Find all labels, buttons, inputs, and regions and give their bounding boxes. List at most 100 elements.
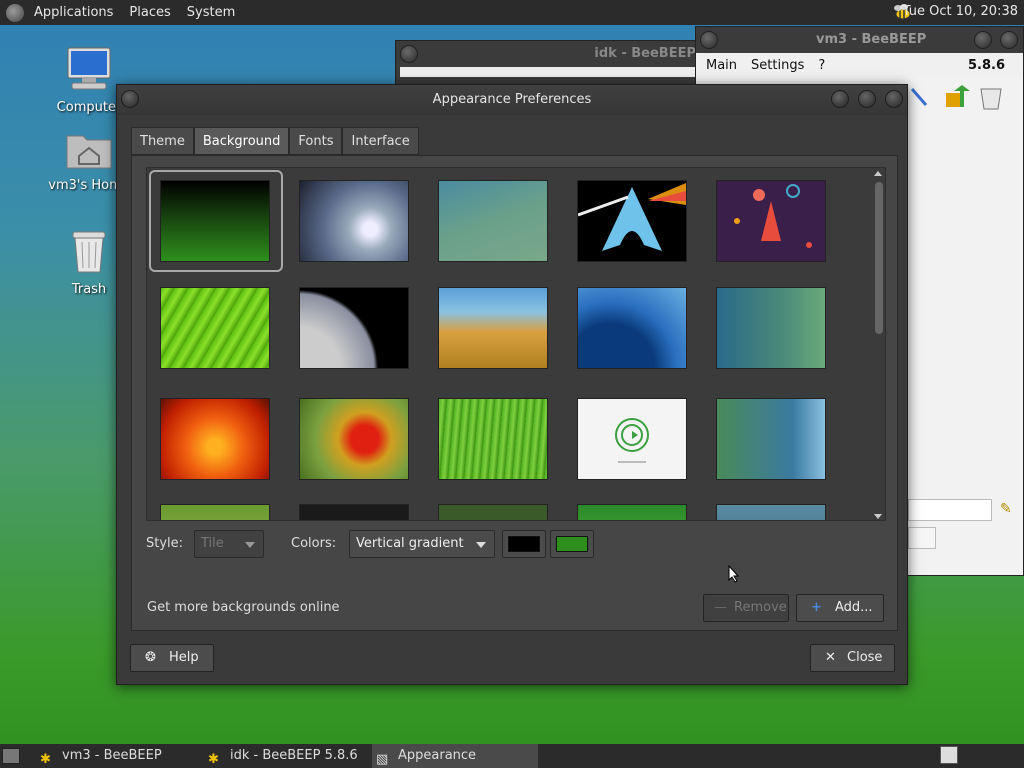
plus-icon: + <box>811 600 822 615</box>
applications-menu[interactable]: Applications <box>26 5 121 20</box>
toolbar <box>908 81 1018 115</box>
taskbar-item-vm3[interactable]: ✱ vm3 - BeeBEEP <box>36 744 202 768</box>
tab-theme[interactable]: Theme <box>131 127 194 155</box>
wallpaper-thumb[interactable] <box>160 287 270 369</box>
minimize-button[interactable] <box>831 90 849 108</box>
wallpaper-thumb[interactable] <box>577 180 687 262</box>
secondary-color-swatch <box>556 536 588 552</box>
wallpaper-thumb[interactable] <box>577 287 687 369</box>
wallpaper-thumb[interactable] <box>716 398 826 480</box>
version-label: 5.8.6 <box>967 57 1005 73</box>
menu-help[interactable]: ? <box>818 58 825 73</box>
dialog-titlebar[interactable]: Appearance Preferences <box>117 85 907 115</box>
remove-label: Remove <box>734 600 787 615</box>
wallpaper-thumb[interactable] <box>160 504 270 520</box>
wallpaper-thumb[interactable] <box>577 504 687 520</box>
close-window-button[interactable] <box>885 90 903 108</box>
wallpaper-thumb[interactable] <box>716 504 826 520</box>
minimize-button[interactable] <box>974 31 992 49</box>
chevron-down-icon <box>245 542 255 548</box>
maximize-button[interactable] <box>1000 31 1018 49</box>
computer-icon <box>67 47 111 90</box>
bee-icon: ✱ <box>40 752 51 767</box>
wallpaper-thumb[interactable] <box>160 398 270 480</box>
style-label: Style: <box>146 536 184 551</box>
wallpaper-thumb[interactable] <box>716 287 826 369</box>
taskbar-item-label: idk - BeeBEEP 5.8.6 <box>230 748 358 763</box>
taskbar-item-idk[interactable]: ✱ idk - BeeBEEP 5.8.6 <box>204 744 370 768</box>
minus-icon: — <box>714 600 727 615</box>
maximize-button[interactable] <box>858 90 876 108</box>
wallpaper-thumb[interactable] <box>160 180 270 262</box>
dialog-title: Appearance Preferences <box>432 92 592 107</box>
wallpaper-thumb[interactable] <box>438 504 548 520</box>
style-value: Tile <box>201 536 224 551</box>
colors-value: Vertical gradient <box>356 536 464 551</box>
wallpaper-thumb[interactable] <box>299 504 409 520</box>
clock[interactable]: Tue Oct 10, 20:38 <box>903 4 1018 19</box>
show-desktop-icon[interactable] <box>2 748 20 764</box>
wallpaper-thumb[interactable] <box>299 180 409 262</box>
status-button[interactable] <box>908 527 936 549</box>
wallpaper-thumb[interactable] <box>438 398 548 480</box>
appearance-preferences-dialog[interactable]: Appearance Preferences Theme Background … <box>116 84 908 685</box>
menu-main[interactable]: Main <box>706 58 737 73</box>
message-input[interactable] <box>908 499 992 521</box>
window-menu-button[interactable] <box>121 90 139 108</box>
wallpaper-scrollbar[interactable] <box>871 168 885 520</box>
mouse-cursor-icon <box>728 565 740 583</box>
home-folder-icon <box>66 135 112 169</box>
taskbar-item-label: vm3 - BeeBEEP <box>62 748 162 763</box>
window-title: idk - BeeBEEP <box>396 41 704 67</box>
get-more-backgrounds-link[interactable]: Get more backgrounds online <box>147 600 340 615</box>
trash-icon <box>72 231 106 273</box>
wallpaper-thumb[interactable] <box>299 287 409 369</box>
primary-color-button[interactable] <box>502 530 546 558</box>
wallpaper-thumb[interactable] <box>438 180 548 262</box>
chevron-down-icon <box>476 542 486 548</box>
window-menu-button[interactable] <box>700 31 718 49</box>
style-combo[interactable]: Tile <box>194 530 264 558</box>
remove-button[interactable]: — Remove <box>703 594 789 622</box>
tab-bar: Theme Background Fonts Interface <box>131 127 419 155</box>
scroll-up-icon[interactable] <box>874 171 882 176</box>
clear-icon[interactable] <box>978 83 1004 111</box>
tab-background[interactable]: Background <box>193 127 290 155</box>
scroll-down-icon[interactable] <box>874 514 882 519</box>
bee-icon: ✱ <box>208 752 219 767</box>
distro-logo-icon[interactable] <box>6 3 24 22</box>
top-panel: Applications Places System Tue Oct 10, 2… <box>0 0 1024 25</box>
help-icon: ❂ <box>145 650 156 665</box>
workspace-switcher-icon[interactable] <box>940 746 958 764</box>
add-button[interactable]: + Add... <box>796 594 884 622</box>
help-button[interactable]: ❂ Help <box>130 644 214 672</box>
wallpaper-thumb[interactable] <box>577 398 687 480</box>
window-menu-button[interactable] <box>400 45 418 63</box>
window-title: vm3 - BeeBEEP <box>816 32 927 47</box>
appearance-icon: ▧ <box>376 752 389 767</box>
places-menu[interactable]: Places <box>121 5 178 20</box>
close-label: Close <box>847 650 883 665</box>
wallpaper-grid[interactable] <box>146 167 886 521</box>
bottom-taskbar: ✱ vm3 - BeeBEEP ✱ idk - BeeBEEP 5.8.6 ▧ … <box>0 744 1024 768</box>
send-icon[interactable]: ✎ <box>1000 501 1012 517</box>
arrow-icon[interactable] <box>908 85 930 109</box>
tab-fonts[interactable]: Fonts <box>289 127 343 155</box>
background-panel: Style: Tile Colors: Vertical gradient Ge… <box>131 155 898 631</box>
close-button[interactable]: ✕ Close <box>810 644 895 672</box>
wallpaper-thumb[interactable] <box>438 287 548 369</box>
secondary-color-button[interactable] <box>550 530 594 558</box>
system-menu[interactable]: System <box>179 5 243 20</box>
menu-settings[interactable]: Settings <box>751 58 804 73</box>
close-icon: ✕ <box>825 650 836 665</box>
wallpaper-thumb[interactable] <box>299 398 409 480</box>
tab-interface[interactable]: Interface <box>342 127 419 155</box>
add-label: Add... <box>835 600 873 615</box>
primary-color-swatch <box>508 536 540 552</box>
upload-icon[interactable] <box>942 83 970 111</box>
taskbar-item-label: Appearance Prefere... <box>398 748 477 763</box>
taskbar-item-appearance[interactable]: ▧ Appearance Prefere... <box>372 744 538 768</box>
colors-combo[interactable]: Vertical gradient <box>349 530 495 558</box>
scroll-thumb[interactable] <box>875 182 883 334</box>
wallpaper-thumb[interactable] <box>716 180 826 262</box>
